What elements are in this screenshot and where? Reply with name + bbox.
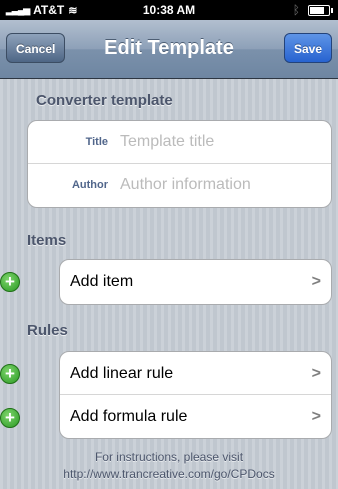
converter-section-header: Converter template (36, 92, 173, 109)
status-right: ᛒ (292, 3, 333, 17)
add-linear-rule-label: Add linear rule (70, 365, 174, 382)
chevron-right-icon: > (311, 365, 321, 382)
author-field-label: Author (71, 179, 108, 191)
cancel-button[interactable]: Cancel (6, 33, 66, 63)
status-time: 10:38 AM (142, 3, 196, 17)
add-formula-rule-row[interactable]: Add formula rule > (60, 395, 331, 438)
items-group: Add item > (59, 259, 332, 305)
footer-instructions: For instructions, please visit http://ww… (0, 449, 338, 483)
author-field-row: Author (28, 164, 331, 207)
status-bar: ▂▃▄▅ AT&T ≋ 10:38 AM ᛒ (0, 0, 338, 20)
author-input[interactable] (120, 174, 320, 196)
footer-link[interactable]: http://www.trancreative.com/go/CPDocs (0, 466, 338, 483)
navigation-bar: Edit Template Cancel Save (0, 20, 338, 79)
add-item-row[interactable]: Add item > (60, 260, 331, 303)
title-field-row: Title (28, 121, 331, 164)
add-formula-rule-label: Add formula rule (70, 408, 188, 425)
bluetooth-icon: ᛒ (292, 3, 300, 17)
add-item-label: Add item (70, 273, 134, 290)
add-item-icon[interactable]: + (0, 272, 20, 292)
footer-line-1: For instructions, please visit (94, 450, 244, 464)
battery-icon (308, 4, 333, 16)
save-button[interactable]: Save (283, 33, 332, 63)
battery-fill (310, 6, 324, 14)
rules-section-header: Rules (27, 322, 68, 339)
chevron-right-icon: > (311, 408, 321, 425)
add-linear-rule-icon[interactable]: + (0, 364, 20, 384)
add-formula-rule-icon[interactable]: + (0, 408, 20, 428)
add-linear-rule-row[interactable]: Add linear rule > (60, 352, 331, 395)
title-input[interactable] (120, 131, 320, 153)
chevron-right-icon: > (311, 273, 321, 290)
title-field-label: Title (85, 136, 108, 148)
rules-group: Add linear rule > Add formula rule > (59, 351, 332, 439)
items-section-header: Items (27, 232, 67, 249)
converter-fields-group: Title Author (27, 120, 332, 208)
